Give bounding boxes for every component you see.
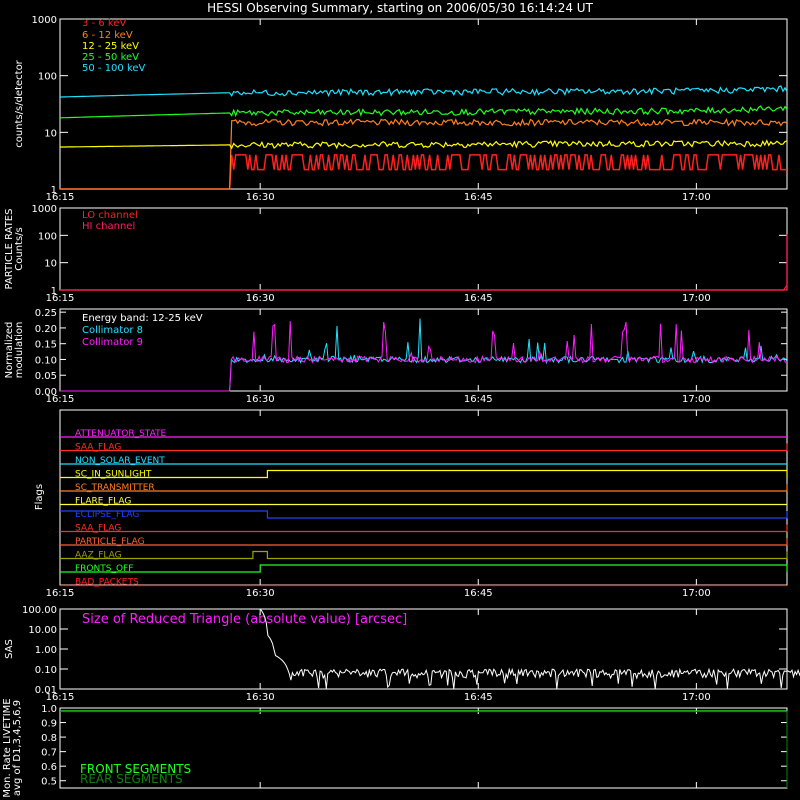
y-tick-label: 0.01	[35, 685, 57, 696]
time-tick-label: 16:45	[464, 192, 493, 203]
flag-line-7	[60, 524, 788, 533]
time-tick-label: 16:30	[246, 692, 275, 703]
generated-chart-marks: 16:30 16:45 17:00 16:30 16:45 17:00 16:30 16:45…	[22, 15, 800, 788]
y-tick-label: 0.10	[35, 355, 57, 366]
time-tick-label: 16:30	[246, 394, 275, 405]
y-tick-label: 0.00	[35, 387, 57, 398]
particle-legend: LO channel HI channel	[82, 210, 138, 232]
y-tick-label: 100.00	[22, 605, 57, 616]
counts-ylabel: counts/s/detector	[14, 59, 25, 147]
series-12-25keV	[60, 139, 788, 150]
legend-lo-channel: LO channel	[82, 210, 138, 221]
flag-line-3	[60, 469, 788, 479]
time-tick-label: 16:45	[464, 394, 493, 405]
counts-panel	[59, 18, 788, 190]
legend-energy-band: Energy band: 12-25 keV	[82, 313, 203, 324]
figure-title: HESSI Observing Summary, starting on 200…	[207, 1, 593, 15]
modulation-ylabel-2: modulation	[14, 322, 25, 379]
y-tick-label: 100	[38, 72, 57, 83]
y-tick-label: 0.20	[35, 324, 57, 335]
time-tick-label: 17:00	[682, 692, 711, 703]
legend-12-25kev: 12 - 25 keV	[82, 41, 139, 52]
y-tick-label: 0.5	[41, 777, 57, 788]
y-tick-label: 0.10	[35, 665, 57, 676]
time-tick-label: 16:45	[464, 588, 493, 599]
flag-label: BAD_PACKETS	[75, 578, 139, 588]
flag-label: SC_TRANSMITTER	[75, 483, 155, 493]
flag-label: SC_IN_SUNLIGHT	[75, 470, 152, 480]
livetime-ylabel-2: avg of D1,3,4,5,6,9	[12, 700, 23, 796]
y-tick-label: 0.15	[35, 340, 57, 351]
y-tick-label: 100	[38, 231, 57, 242]
flag-label: AAZ_FLAG	[75, 551, 122, 561]
flag-line-4	[60, 484, 788, 492]
legend-collimator-8: Collimator 8	[82, 325, 143, 336]
time-tick-label: 16:15	[46, 588, 75, 599]
time-tick-label: 16:30	[246, 293, 275, 304]
y-tick-label: 1	[51, 286, 57, 297]
particle-series-1	[60, 235, 788, 291]
y-tick-label: 10.00	[28, 625, 57, 636]
flag-label: SAA_FLAG	[75, 524, 121, 534]
y-tick-label: 10	[44, 128, 57, 139]
hessi-summary-figure: HESSI Observing Summary, starting on 200…	[2, 1, 800, 798]
y-tick-label: 1000	[32, 15, 57, 26]
series-50-100keV	[60, 85, 788, 98]
legend-3-6kev: 3 - 6 keV	[82, 18, 126, 29]
y-tick-label: 0.25	[35, 308, 57, 319]
time-tick-label: 16:45	[464, 692, 493, 703]
flag-label: FLARE_FLAG	[75, 497, 131, 507]
particle-series-0	[60, 234, 788, 291]
sas-legend: Size of Reduced Triangle (absolute value…	[82, 612, 407, 627]
y-tick-label: 0.05	[35, 371, 57, 382]
flag-label: NON_SOLAR_EVENT	[75, 456, 165, 466]
time-tick-label: 16:45	[464, 293, 493, 304]
y-tick-label: 1.0	[41, 704, 57, 715]
legend-collimator-9: Collimator 9	[82, 337, 143, 348]
y-tick-label: 1000	[32, 204, 57, 215]
legend-6-12kev: 6 - 12 keV	[82, 30, 133, 41]
legend-50-100kev: 50 - 100 keV	[82, 63, 146, 74]
livetime-legend: FRONT SEGMENTS REAR SEGMENTS	[80, 762, 191, 786]
time-tick-label: 16:30	[246, 192, 275, 203]
sas-ylabel: SAS	[4, 639, 15, 659]
flag-label: FRONTS_OFF	[75, 564, 133, 574]
y-tick-label: 10	[44, 259, 57, 270]
legend-hi-channel: HI channel	[82, 221, 135, 232]
flag-label: ECLIPSE_FLAG	[75, 510, 139, 520]
flag-label: PARTICLE_FLAG	[75, 537, 145, 547]
legend-rear-segments: REAR SEGMENTS	[80, 772, 183, 786]
flag-line-8	[60, 538, 788, 546]
series-25-50keV	[59, 105, 788, 119]
y-tick-label: 1.00	[35, 645, 57, 656]
y-tick-label: 0.8	[41, 733, 57, 744]
series-3-6keV	[60, 154, 787, 190]
y-tick-label: 1	[51, 185, 57, 196]
flags-ylabel: Flags	[34, 484, 45, 510]
flag-label: SAA_FLAG	[75, 443, 121, 453]
flag-line-9	[60, 550, 788, 560]
flag-line-6	[60, 510, 788, 519]
legend-25-50kev: 25 - 50 keV	[82, 52, 139, 63]
time-tick-label: 16:30	[246, 588, 275, 599]
y-tick-label: 0.7	[41, 748, 57, 759]
time-tick-label: 17:00	[682, 192, 711, 203]
y-tick-label: 0.6	[41, 762, 57, 773]
time-tick-label: 17:00	[682, 588, 711, 599]
particle-panel	[59, 207, 788, 291]
time-tick-label: 17:00	[682, 293, 711, 304]
modulation-series-1	[60, 321, 787, 392]
modulation-legend: Energy band: 12-25 keV Collimator 8 Coll…	[82, 313, 203, 348]
counts-legend: 3 - 6 keV 6 - 12 keV 12 - 25 keV 25 - 50…	[82, 18, 146, 74]
flag-label: ATTENUATOR_STATE	[75, 429, 167, 439]
particle-ylabel-2: Counts/s	[14, 227, 25, 271]
time-tick-label: 17:00	[682, 394, 711, 405]
flag-line-10	[60, 564, 788, 573]
y-tick-label: 0.9	[41, 719, 57, 730]
flag-line-1	[60, 443, 788, 452]
